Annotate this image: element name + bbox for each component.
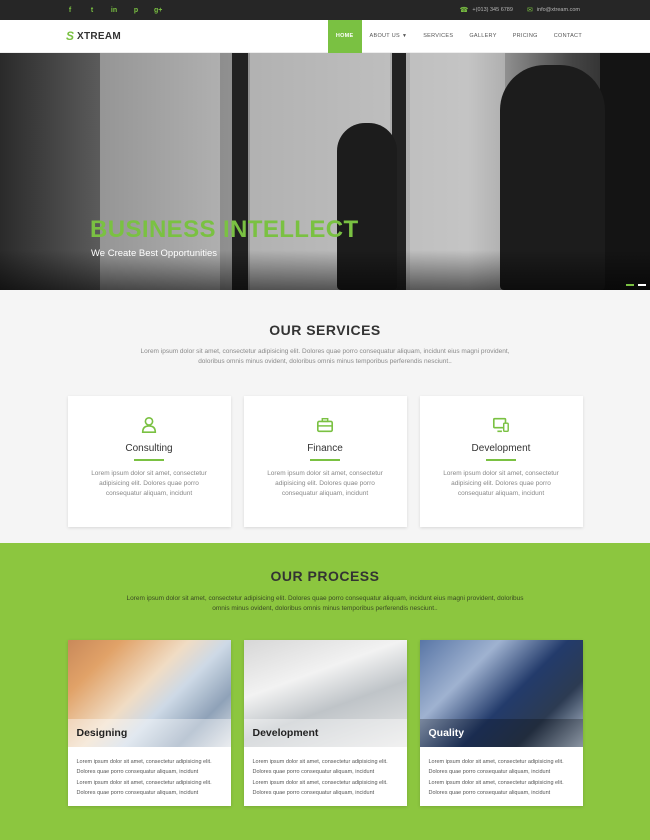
nav-about-us[interactable]: ABOUT US ▼ (362, 20, 416, 53)
process-card-development[interactable]: Development Lorem ipsum dolor sit amet, … (243, 640, 407, 806)
slider-dot[interactable] (638, 283, 646, 286)
logo-text: XTREAM (77, 30, 122, 42)
briefcase-icon (316, 417, 334, 433)
title-underline (134, 459, 164, 461)
slider-dots (626, 283, 646, 286)
process-card-text: Lorem ipsum dolor sit amet, consectetur … (68, 747, 231, 798)
title-underline (310, 459, 340, 461)
process-cards: Designing Lorem ipsum dolor sit amet, co… (0, 640, 650, 806)
top-bar: f t in p g+ ☎ +(013) 345 6789 ✉ info@xtr… (0, 0, 650, 20)
user-icon (141, 416, 157, 434)
social-links: f t in p g+ (66, 7, 163, 14)
text-line: Dolores quae porro consequatur aliquam, … (428, 789, 551, 796)
process-image: Designing (67, 640, 231, 747)
services-section: OUR SERVICES Lorem ipsum dolor sit amet,… (0, 290, 650, 543)
process-description: Lorem ipsum dolor sit amet, consectetur … (126, 595, 524, 612)
hero-subtitle: We Create Best Opportunities (91, 248, 218, 259)
chat-icon: ✉ (526, 7, 533, 14)
contact-info: ☎ +(013) 345 6789 ✉ info@xtream.com (460, 6, 580, 14)
service-card-title: Finance (307, 443, 343, 454)
hero-slider: BUSINESS INTELLECT We Create Best Opport… (0, 53, 650, 290)
pinterest-icon[interactable]: p (132, 7, 140, 14)
service-card-development[interactable]: Development Lorem ipsum dolor sit amet, … (419, 396, 583, 527)
service-card-consulting[interactable]: Consulting Lorem ipsum dolor sit amet, c… (67, 396, 231, 527)
text-line: Lorem ipsum dolor sit amet, consectetur … (252, 779, 388, 786)
text-line: Dolores quae porro consequatur aliquam, … (76, 789, 199, 796)
phone-contact: ☎ +(013) 345 6789 (460, 6, 513, 14)
site-logo[interactable]: S XTREAM (66, 29, 121, 43)
nav-menu: HOME ABOUT US ▼ SERVICES GALLERY PRICING … (327, 19, 590, 53)
text-line: Dolores quae porro consequatur aliquam, … (252, 789, 375, 796)
service-card-text: Lorem ipsum dolor sit amet, consectetur … (267, 469, 383, 497)
process-card-quality[interactable]: Quality Lorem ipsum dolor sit amet, cons… (419, 640, 583, 806)
text-line: Lorem ipsum dolor sit amet, consectetur … (428, 759, 564, 765)
process-image: Quality (419, 640, 583, 747)
email-contact[interactable]: ✉ info@xtream.com (527, 6, 580, 14)
service-card-text: Lorem ipsum dolor sit amet, consectetur … (443, 469, 559, 497)
nav-home[interactable]: HOME (327, 19, 362, 53)
service-card-title: Consulting (125, 443, 173, 454)
linkedin-icon[interactable]: in (110, 7, 118, 14)
nav-about-us-label: ABOUT US (369, 33, 400, 39)
process-card-text: Lorem ipsum dolor sit amet, consectetur … (420, 747, 583, 798)
services-description: Lorem ipsum dolor sit amet, consectetur … (140, 348, 510, 365)
services-title: OUR SERVICES (269, 322, 381, 338)
process-section: OUR PROCESS Lorem ipsum dolor sit amet, … (0, 543, 650, 840)
process-card-title: Quality (419, 719, 583, 747)
main-navbar: S XTREAM HOME ABOUT US ▼ SERVICES GALLERY… (0, 19, 650, 53)
slider-dot[interactable] (626, 283, 634, 286)
hero-title: BUSINESS INTELLECT (90, 216, 359, 243)
phone-icon: ☎ (459, 7, 469, 14)
twitter-icon[interactable]: t (88, 7, 96, 14)
google-plus-icon[interactable]: g+ (154, 7, 162, 14)
process-card-text: Lorem ipsum dolor sit amet, consectetur … (244, 747, 407, 798)
logo-icon: S (66, 29, 75, 43)
text-line: Lorem ipsum dolor sit amet, consectetur … (428, 779, 564, 786)
process-card-title: Development (243, 719, 407, 747)
text-line: Dolores quae porro consequatur aliquam, … (76, 769, 199, 776)
caret-down-icon: ▼ (401, 33, 408, 39)
text-line: Lorem ipsum dolor sit amet, consectetur … (252, 759, 388, 765)
phone-number: +(013) 345 6789 (472, 7, 513, 13)
text-line: Dolores quae porro consequatur aliquam, … (428, 769, 551, 776)
process-card-designing[interactable]: Designing Lorem ipsum dolor sit amet, co… (67, 640, 231, 806)
text-line: Lorem ipsum dolor sit amet, consectetur … (76, 779, 212, 786)
email-address[interactable]: info@xtream.com (537, 7, 580, 13)
facebook-icon[interactable]: f (66, 7, 74, 14)
devices-icon (492, 417, 509, 433)
nav-pricing[interactable]: PRICING (505, 20, 546, 53)
service-cards: Consulting Lorem ipsum dolor sit amet, c… (0, 396, 650, 527)
nav-services[interactable]: SERVICES (415, 20, 461, 53)
text-line: Dolores quae porro consequatur aliquam, … (252, 769, 375, 776)
process-title: OUR PROCESS (270, 568, 380, 584)
service-card-text: Lorem ipsum dolor sit amet, consectetur … (91, 469, 207, 497)
nav-gallery[interactable]: GALLERY (461, 20, 504, 53)
process-image: Development (243, 640, 407, 747)
nav-contact[interactable]: CONTACT (546, 20, 590, 53)
title-underline (486, 459, 516, 461)
service-card-finance[interactable]: Finance Lorem ipsum dolor sit amet, cons… (243, 396, 407, 527)
process-card-title: Designing (67, 719, 231, 747)
text-line: Lorem ipsum dolor sit amet, consectetur … (76, 759, 212, 765)
service-card-title: Development (471, 443, 531, 454)
